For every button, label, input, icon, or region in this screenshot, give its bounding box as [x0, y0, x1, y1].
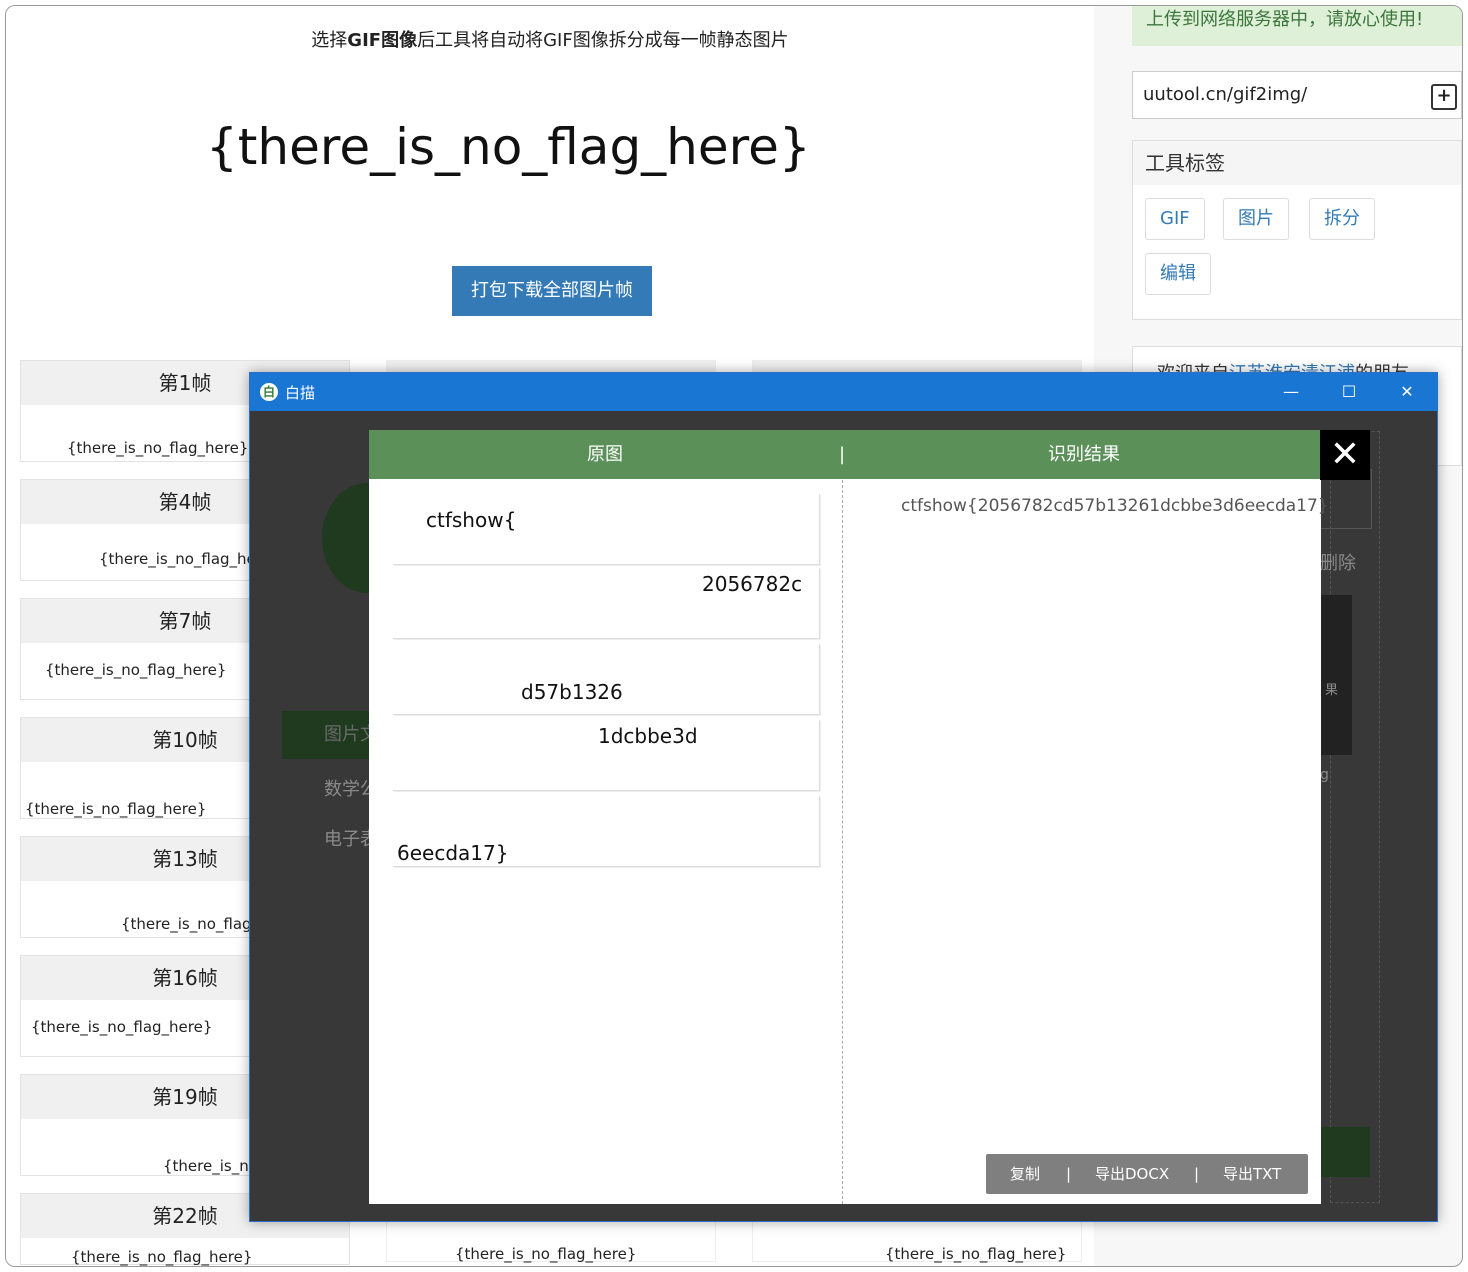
image-strip: d57b1326	[393, 644, 820, 715]
tag-gif[interactable]: GIF	[1145, 198, 1205, 240]
image-strip: 1dcbbe3d	[393, 720, 820, 791]
intro-prefix: 选择	[311, 30, 348, 51]
recognition-result-header: 识别结果	[1048, 444, 1120, 465]
bg-drop-zone	[1330, 431, 1380, 1203]
actions-separator: |	[1066, 1165, 1072, 1183]
header-separator: |	[839, 444, 846, 465]
strip-text: ctfshow{	[426, 508, 517, 532]
frame-content: {there_is_no_flag_here}	[455, 1245, 637, 1263]
minimize-button[interactable]: —	[1262, 373, 1320, 411]
strip-text: 6eecda17}	[397, 841, 509, 865]
original-image-header: 原图	[587, 444, 623, 465]
tool-url-field[interactable]: uutool.cn/gif2img/ +	[1132, 71, 1462, 119]
intro-suffix: 后工具将自动将GIF图像拆分成每一帧静态图片	[417, 30, 789, 51]
tag-edit[interactable]: 编辑	[1145, 253, 1211, 295]
bg-preview-box	[1320, 595, 1352, 755]
intro-bold: GIF图像	[347, 30, 418, 51]
export-docx-button[interactable]: 导出DOCX	[1095, 1154, 1169, 1194]
image-strip: 2056782c	[393, 568, 820, 639]
copy-button[interactable]: 复制	[1010, 1154, 1040, 1194]
frame-content: {there_is_no_flag_here}	[25, 800, 207, 818]
actions-separator: |	[1194, 1165, 1200, 1183]
image-strip: ctfshow{	[393, 494, 820, 565]
tool-tags-title: 工具标签	[1133, 141, 1461, 185]
copy-plus-icon[interactable]: +	[1431, 84, 1457, 110]
tool-tags-panel: 工具标签 GIF 图片 拆分 编辑	[1132, 140, 1462, 320]
upload-notice: 上传到网络服务器中，请放心使用!	[1132, 6, 1462, 46]
panel-divider	[842, 480, 843, 1204]
image-strip: 6eecda17}	[393, 796, 820, 867]
frame-content: {there_is_no_flag_here}	[71, 1248, 253, 1266]
maximize-button[interactable]: ☐	[1320, 373, 1378, 411]
tool-url-text: uutool.cn/gif2img/	[1143, 84, 1308, 105]
bg-side-g: g	[1320, 767, 1329, 783]
export-txt-button[interactable]: 导出TXT	[1223, 1154, 1281, 1194]
result-actions-bar: 复制 | 导出DOCX | 导出TXT	[986, 1154, 1308, 1194]
gif-preview-text: {there_is_no_flag_here}	[206, 118, 811, 176]
bg-result-text: 果	[1325, 683, 1339, 698]
strip-text: 1dcbbe3d	[598, 724, 698, 748]
frame-content: {there_is_no_flag_h	[121, 915, 269, 933]
frame-content: {there_is_no_flag_here}	[67, 439, 249, 457]
app-logo-icon: 白	[260, 383, 278, 401]
strip-text: d57b1326	[521, 680, 623, 704]
frame-content: {there_is_no_flag_here}	[885, 1245, 1067, 1263]
intro-text: 选择GIF图像后工具将自动将GIF图像拆分成每一帧静态图片	[6, 26, 1094, 52]
close-window-button[interactable]: ✕	[1378, 373, 1436, 411]
frame-content: {there_is_no_flag_here}	[45, 661, 227, 679]
tag-split[interactable]: 拆分	[1309, 198, 1375, 240]
download-all-frames-button[interactable]: 打包下载全部图片帧	[452, 266, 652, 316]
strip-text: 2056782c	[702, 572, 803, 596]
tag-image[interactable]: 图片	[1223, 198, 1289, 240]
bg-delete-text: 删除	[1320, 553, 1356, 574]
app-titlebar[interactable]: 白 白描 — ☐ ✕	[250, 373, 1437, 411]
dialog-header: 原图 | 识别结果	[369, 430, 1321, 479]
frame-content: {there_is_no_flag_here}	[31, 1018, 213, 1036]
baimiao-app-window: 白 白描 — ☐ ✕ 图片文 数学公 电子表 删除 果 g 原图 | 识别结果 …	[249, 372, 1438, 1222]
bg-green-button	[1320, 1127, 1370, 1177]
ocr-result-dialog: 原图 | 识别结果 ✕ ctfshow{ 2056782c d57b1326 1…	[369, 430, 1370, 1204]
app-title: 白描	[285, 384, 316, 402]
close-icon[interactable]: ✕	[1320, 430, 1370, 480]
recognition-result-text[interactable]: ctfshow{2056782cd57b13261dcbbe3d6eecda17…	[901, 496, 1329, 516]
